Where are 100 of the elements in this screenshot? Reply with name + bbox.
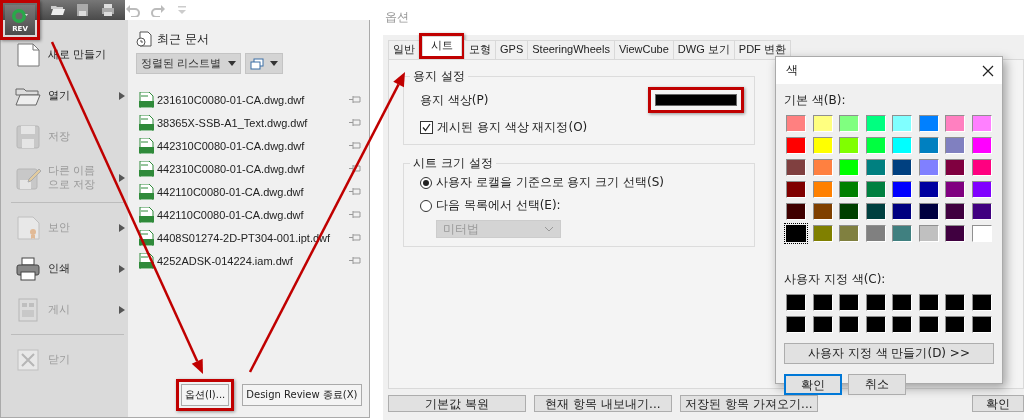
color-swatch[interactable] [837,314,861,335]
color-swatch[interactable] [890,179,914,200]
file-link[interactable]: 442310C0080-01-CA.dwg.dwf [157,162,346,175]
color-swatch[interactable] [916,201,941,222]
color-swatch[interactable] [969,292,994,313]
color-swatch[interactable] [810,179,835,200]
color-swatch[interactable] [784,135,808,156]
tab[interactable]: 시트 [422,36,462,56]
color-swatch[interactable] [890,113,914,134]
dialog-button[interactable]: 확인 [972,395,1024,412]
color-swatch[interactable] [943,157,967,178]
color-swatch[interactable] [837,201,861,222]
color-swatch[interactable] [890,223,914,244]
color-swatch[interactable] [943,179,967,200]
close-icon[interactable] [982,64,994,77]
color-swatch[interactable] [969,201,994,222]
color-swatch[interactable] [943,135,967,156]
color-swatch[interactable] [837,135,861,156]
dialog-button[interactable]: 기본값 복원 [388,395,526,412]
color-swatch[interactable] [863,113,888,134]
color-swatch[interactable] [863,314,888,335]
color-swatch[interactable] [837,157,861,178]
color-swatch[interactable] [890,157,914,178]
tab[interactable]: 모형 [464,40,496,59]
color-swatch[interactable] [863,223,888,244]
tab[interactable]: 일반 [388,40,420,59]
sort-dropdown[interactable]: 정렬된 리스트별 [136,53,241,74]
color-swatch[interactable] [810,292,835,313]
file-link[interactable]: 38365X-SSB-A1_Text.dwg.dwf [157,116,346,129]
color-swatch[interactable] [969,113,994,134]
color-swatch[interactable] [784,201,808,222]
color-swatch[interactable] [969,179,994,200]
dialog-button[interactable]: 확인 [784,374,842,395]
tab[interactable]: PDF 변환 [733,40,791,59]
color-swatch[interactable] [943,223,967,244]
menu-button[interactable]: 옵션(I)... [181,384,230,406]
color-swatch[interactable] [943,314,967,335]
color-swatch[interactable] [863,157,888,178]
dialog-button[interactable]: 취소 [848,374,906,395]
color-swatch[interactable] [837,179,861,200]
menu-item[interactable]: 인쇄 [1,248,126,289]
file-link[interactable]: 442310C0080-01-CA.dwg.dwf [157,139,346,152]
color-swatch[interactable] [784,292,808,313]
dialog-button[interactable]: 현재 항목 내보내기... [534,395,672,412]
color-swatch[interactable] [916,135,941,156]
radio-button[interactable] [420,176,432,189]
color-swatch[interactable] [916,157,941,178]
color-swatch[interactable] [916,113,941,134]
menu-button[interactable]: Design Review 종료(X) [242,384,362,406]
color-swatch[interactable] [784,179,808,200]
color-swatch[interactable] [863,179,888,200]
file-link[interactable]: 231610C0080-01-CA.dwg.dwf [157,93,346,106]
folder-icon[interactable] [50,3,66,17]
menu-item[interactable]: 열기 [1,75,126,116]
color-swatch[interactable] [837,292,861,313]
color-swatch[interactable] [890,201,914,222]
color-swatch[interactable] [810,223,835,244]
color-swatch[interactable] [784,113,808,134]
color-swatch[interactable] [969,157,994,178]
document-grid-icon [15,296,41,323]
color-swatch[interactable] [810,113,835,134]
color-swatch[interactable] [863,135,888,156]
define-colors-button[interactable]: 사용자 지정 색 만들기(D) >> [784,343,994,364]
dwf-file-icon [139,183,154,200]
color-swatch[interactable] [916,179,941,200]
color-swatch[interactable] [890,292,914,313]
view-dropdown[interactable] [244,53,283,74]
color-swatch[interactable] [837,223,861,244]
radio-label: 다음 목록에서 선택(E): [436,197,561,214]
file-link[interactable]: 442110C0080-01-CA.dwg.dwf [157,185,346,198]
dialog-button[interactable]: 저장된 항목 가져오기... [680,395,818,412]
submenu-arrow-icon [119,173,125,182]
color-swatch[interactable] [810,135,835,156]
color-swatch[interactable] [969,135,994,156]
color-swatch[interactable] [916,314,941,335]
color-swatch[interactable] [810,201,835,222]
clock-document-icon [136,31,152,47]
printer-icon[interactable] [100,3,116,17]
pin-icon[interactable] [349,164,361,173]
color-swatch[interactable] [837,113,861,134]
color-swatch[interactable] [863,292,888,313]
checkbox[interactable] [420,121,433,134]
color-swatch[interactable] [969,223,994,244]
radio-button[interactable] [420,199,432,212]
color-swatch[interactable] [784,157,808,178]
file-link[interactable]: 4252ADSK-014224.iam.dwf [157,254,346,267]
color-swatch[interactable] [784,314,808,335]
color-swatch[interactable] [890,135,914,156]
color-swatch[interactable] [784,223,808,244]
file-link[interactable]: 442110C0080-01-CA.dwg.dwf [157,208,346,221]
color-swatch[interactable] [810,157,835,178]
color-swatch[interactable] [916,292,941,313]
color-swatch[interactable] [916,223,941,244]
color-swatch[interactable] [943,201,967,222]
color-swatch[interactable] [863,201,888,222]
color-swatch[interactable] [943,113,967,134]
color-swatch[interactable] [943,292,967,313]
color-swatch[interactable] [810,314,835,335]
color-swatch[interactable] [890,314,914,335]
color-swatch[interactable] [969,314,994,335]
